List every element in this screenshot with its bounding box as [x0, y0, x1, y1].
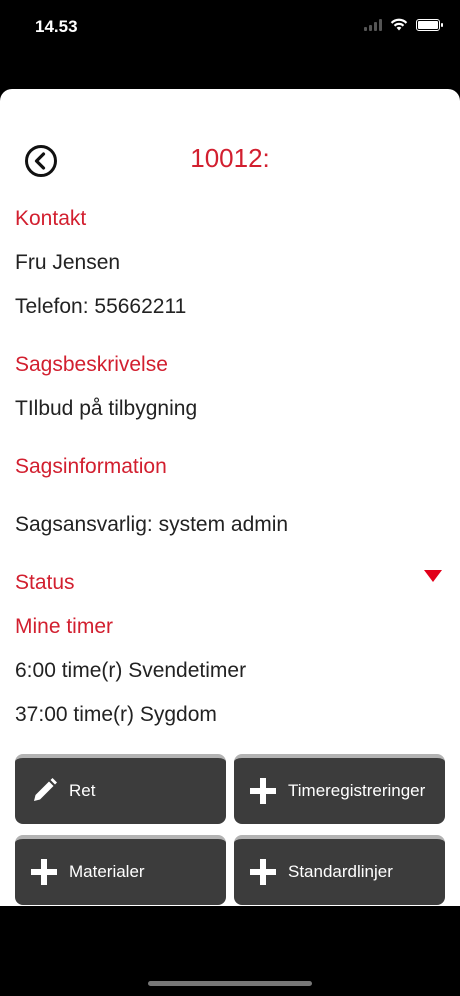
case-responsible: Sagsansvarlig: system admin	[15, 513, 289, 536]
status-heading[interactable]: Status	[15, 571, 75, 595]
status-dropdown-arrow-icon[interactable]	[424, 570, 442, 582]
my-hours-heading: Mine timer	[15, 615, 114, 638]
materials-button-label: Materialer	[69, 862, 145, 881]
plus-icon	[248, 857, 278, 887]
standard-lines-button-label: Standardlinjer	[288, 862, 393, 881]
page-title: 10012:	[190, 143, 270, 173]
status-bar: 14.53	[0, 0, 460, 60]
case-info-heading: Sagsinformation	[15, 455, 167, 478]
plus-icon	[29, 857, 59, 887]
description-heading: Sagsbeskrivelse	[15, 353, 168, 376]
home-indicator[interactable]	[148, 981, 312, 986]
pencil-icon	[29, 776, 59, 806]
edit-button-label: Ret	[69, 781, 96, 800]
cellular-signal-icon	[364, 18, 382, 31]
case-details-sheet: 10012: Kontakt Fru Jensen Telefon: 55662…	[0, 89, 460, 906]
hours-entry: 6:00 time(r) Svendetimer	[15, 659, 247, 682]
description-text: TIlbud på tilbygning	[15, 397, 198, 420]
status-time: 14.53	[35, 17, 78, 36]
contact-name: Fru Jensen	[15, 251, 121, 274]
contact-heading: Kontakt	[15, 207, 87, 230]
time-registrations-button-label: Timeregistreringer	[288, 781, 426, 800]
materials-button[interactable]: Materialer	[15, 835, 226, 905]
contact-phone[interactable]: Telefon: 55662211	[15, 295, 186, 319]
time-registrations-button[interactable]: Timeregistreringer	[234, 754, 445, 824]
wifi-icon	[390, 18, 408, 31]
status-icons	[364, 18, 443, 31]
standard-lines-button[interactable]: Standardlinjer	[234, 835, 445, 905]
battery-icon	[416, 18, 443, 31]
edit-button[interactable]: Ret	[15, 754, 226, 824]
hours-entry: 37:00 time(r) Sygdom	[15, 703, 217, 726]
plus-icon	[248, 776, 278, 806]
